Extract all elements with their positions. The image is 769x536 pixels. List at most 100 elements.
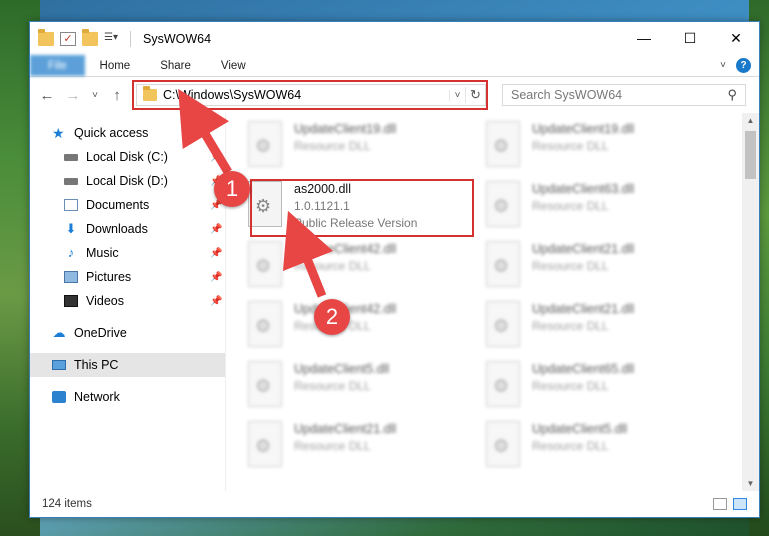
file-item[interactable]: UpdateClient42.dll Resource DLL [248,299,486,359]
file-name: UpdateClient21.dll [532,242,635,256]
sidebar-item-local-disk-c[interactable]: Local Disk (C:) 📌 [30,145,225,169]
file-name: UpdateClient21.dll [294,422,397,436]
quick-access-toolbar: ✓ ☰▾ [30,28,131,47]
file-item[interactable]: UpdateClient21.dll Resource DLL [248,419,486,479]
pin-icon[interactable]: 📌 [210,248,222,259]
file-name: UpdateClient19.dll [294,122,397,136]
sidebar-item-local-disk-d[interactable]: Local Disk (D:) 📌 [30,169,225,193]
videos-icon [64,295,78,307]
large-icons-view-icon[interactable] [733,498,747,510]
recent-locations-button[interactable]: ˅ [88,90,102,101]
details-view-icon[interactable] [713,498,727,510]
minimize-button[interactable]: — [621,22,667,55]
forward-button[interactable]: → [62,87,84,104]
pin-icon[interactable]: 📌 [210,224,222,235]
sidebar-item-label: Local Disk (D:) [86,174,168,188]
vertical-scrollbar[interactable]: ▲ ▼ [742,113,759,491]
file-item[interactable]: UpdateClient42.dll Resource DLL [248,239,486,299]
file-type: Resource DLL [532,139,609,153]
pc-icon [52,360,66,370]
new-folder-icon[interactable] [82,28,98,46]
step-2-badge: 2 [314,299,350,335]
dll-file-icon [486,121,520,167]
dll-file-icon [248,301,282,347]
ribbon-tabs: File Home Share View ˅ ? [30,55,759,77]
file-type: Resource DLL [532,319,609,333]
sidebar-item-this-pc[interactable]: This PC [30,353,225,377]
step-1-badge: 1 [214,171,250,207]
sidebar-item-pictures[interactable]: Pictures 📌 [30,265,225,289]
item-count: 124 items [42,498,92,510]
sidebar-item-label: Documents [86,198,150,212]
help-icon[interactable]: ? [736,58,751,73]
drive-icon [64,177,78,185]
sidebar-item-label: Local Disk (C:) [86,150,168,164]
tab-share[interactable]: Share [145,55,206,76]
file-item[interactable]: UpdateClient5.dll Resource DLL [486,419,724,479]
file-type: Resource DLL [532,199,609,213]
search-placeholder: Search SysWOW64 [511,88,623,102]
explorer-window: ✓ ☰▾ SysWOW64 — ☐ ✕ File Home Share View… [29,21,760,518]
sidebar-item-network[interactable]: Network [30,385,225,409]
file-highlight-box [250,179,474,237]
dll-file-icon [486,241,520,287]
file-name: UpdateClient5.dll [294,362,390,376]
file-item[interactable]: UpdateClient63.dll Resource DLL [486,179,724,239]
file-item[interactable]: UpdateClient19.dll Resource DLL [248,119,486,179]
file-type: Resource DLL [294,379,371,393]
sidebar-item-label: OneDrive [74,326,127,340]
dll-file-icon [486,421,520,467]
customize-toolbar-icon[interactable]: ☰▾ [104,32,124,46]
pin-icon[interactable]: 📌 [210,272,222,283]
file-name: UpdateClient21.dll [532,302,635,316]
sidebar-item-documents[interactable]: Documents 📌 [30,193,225,217]
dll-file-icon [486,361,520,407]
file-type: Resource DLL [294,439,371,453]
expand-ribbon-icon[interactable]: ˅ [720,60,726,71]
pin-icon[interactable]: 📌 [210,296,222,307]
sidebar-item-label: Downloads [86,222,148,236]
search-input[interactable]: Search SysWOW64 ⚲ [502,84,746,106]
tab-home[interactable]: Home [85,55,146,76]
folder-icon[interactable] [38,28,54,46]
scroll-up-icon[interactable]: ▲ [742,116,759,125]
file-item[interactable]: UpdateClient19.dll Resource DLL [486,119,724,179]
navigation-bar: ← → ˅ ↑ C:\Windows\SysWOW64 ˅ ↻ Search S… [30,77,759,113]
dll-file-icon [486,301,520,347]
address-bar[interactable]: C:\Windows\SysWOW64 ˅ ↻ [132,80,488,110]
dll-file-icon [248,421,282,467]
scroll-down-icon[interactable]: ▼ [742,479,759,488]
close-button[interactable]: ✕ [713,22,759,55]
status-bar: 124 items [30,491,759,517]
download-icon: ⬇ [65,221,77,236]
sidebar-item-music[interactable]: ♪ Music 📌 [30,241,225,265]
search-icon[interactable]: ⚲ [727,87,737,103]
pin-icon[interactable]: 📌 [210,152,222,163]
file-item[interactable]: UpdateClient21.dll Resource DLL [486,299,724,359]
properties-icon[interactable]: ✓ [60,31,76,46]
ribbon-right: ˅ ? [720,55,759,76]
sidebar-item-quick-access[interactable]: ★ Quick access [30,121,225,145]
dll-file-icon [248,361,282,407]
file-item[interactable]: UpdateClient5.dll Resource DLL [248,359,486,419]
back-button[interactable]: ← [36,87,58,104]
title-separator [130,30,131,47]
main-content: ★ Quick access Local Disk (C:) 📌 Local D… [30,113,759,491]
scrollbar-thumb[interactable] [745,131,756,179]
file-item[interactable]: UpdateClient65.dll Resource DLL [486,359,724,419]
sidebar-item-label: Videos [86,294,124,308]
sidebar-item-label: Network [74,390,120,404]
tab-view[interactable]: View [206,55,261,76]
tab-file[interactable]: File [30,55,85,76]
sidebar-item-onedrive[interactable]: ☁ OneDrive [30,321,225,345]
sidebar-item-videos[interactable]: Videos 📌 [30,289,225,313]
maximize-button[interactable]: ☐ [667,22,713,55]
window-controls: — ☐ ✕ [621,22,759,55]
up-button[interactable]: ↑ [106,87,128,104]
file-type: Resource DLL [294,259,371,273]
navigation-pane: ★ Quick access Local Disk (C:) 📌 Local D… [30,113,226,491]
file-item[interactable]: UpdateClient21.dll Resource DLL [486,239,724,299]
sidebar-item-downloads[interactable]: ⬇ Downloads 📌 [30,217,225,241]
file-name: UpdateClient63.dll [532,182,635,196]
file-grid: UpdateClient19.dll Resource DLL UpdateCl… [248,119,759,479]
